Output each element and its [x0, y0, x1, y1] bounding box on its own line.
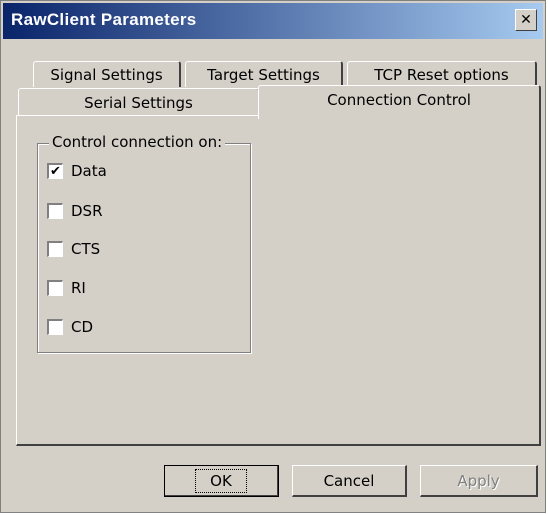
checkbox-label: CD [71, 318, 94, 336]
tab-target-settings[interactable]: Target Settings [185, 61, 343, 87]
group-label: Control connection on: [49, 133, 226, 151]
tab-label: Target Settings [207, 65, 320, 84]
apply-button-label: Apply [457, 471, 500, 490]
close-icon: ✕ [520, 12, 532, 28]
checkbox-cd[interactable]: CD [47, 315, 93, 339]
checkbox-label: DSR [71, 202, 103, 220]
checkbox-box[interactable] [47, 280, 63, 296]
checkbox-box[interactable] [47, 241, 63, 257]
checkbox-box[interactable]: ✔ [47, 163, 63, 179]
tab-label: TCP Reset options [374, 65, 509, 84]
tab-label: Signal Settings [50, 65, 163, 84]
cancel-button[interactable]: Cancel [292, 465, 407, 497]
cancel-button-label: Cancel [323, 471, 375, 490]
checkbox-data[interactable]: ✔ Data [47, 159, 107, 183]
tab-serial-settings[interactable]: Serial Settings [18, 88, 260, 116]
checkbox-box[interactable] [47, 203, 63, 219]
checkbox-cts[interactable]: CTS [47, 237, 100, 261]
check-icon: ✔ [50, 164, 61, 179]
tab-connection-control[interactable]: Connection Control [258, 85, 541, 119]
tab-tcp-reset-options[interactable]: TCP Reset options [347, 61, 537, 87]
title-bar: RawClient Parameters ✕ [3, 3, 543, 39]
dialog-window: RawClient Parameters ✕ Signal Settings T… [0, 0, 546, 513]
apply-button[interactable]: Apply [420, 465, 538, 497]
checkbox-dsr[interactable]: DSR [47, 199, 103, 223]
checkbox-box[interactable] [47, 319, 63, 335]
window-title: RawClient Parameters [11, 10, 197, 29]
close-button[interactable]: ✕ [515, 9, 537, 31]
ok-button[interactable]: OK [164, 465, 279, 497]
ok-button-label: OK [195, 468, 247, 493]
tab-label: Serial Settings [84, 93, 193, 112]
tab-label: Connection Control [327, 91, 471, 109]
checkbox-ri[interactable]: RI [47, 276, 86, 300]
checkbox-label: Data [71, 162, 107, 180]
tab-signal-settings[interactable]: Signal Settings [33, 61, 181, 87]
checkbox-label: CTS [71, 240, 101, 258]
checkbox-label: RI [71, 279, 86, 297]
